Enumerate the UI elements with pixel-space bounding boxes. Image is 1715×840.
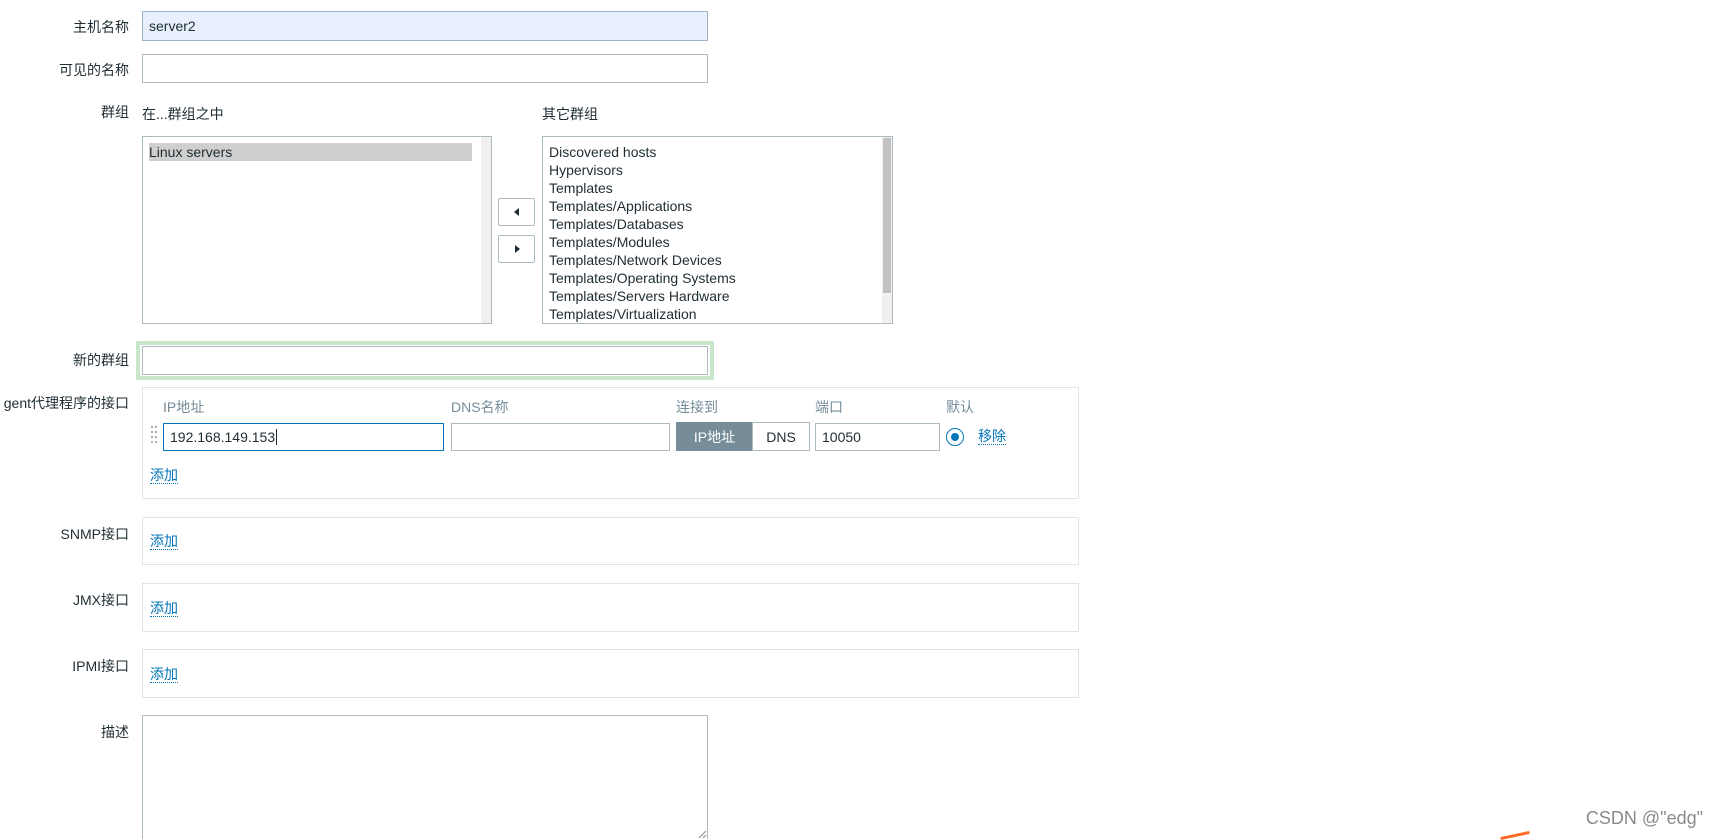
list-item[interactable]: Templates	[543, 179, 892, 197]
agent-ip-value: 192.168.149.153	[170, 429, 276, 445]
ipmi-panel: 添加	[142, 649, 1079, 698]
list-item[interactable]: Hypervisors	[543, 161, 892, 179]
agent-ip-input[interactable]: 192.168.149.153	[163, 423, 444, 451]
other-groups-scrollbar[interactable]	[882, 137, 892, 323]
list-item[interactable]: Templates/Modules	[543, 233, 892, 251]
triangle-left-icon	[513, 208, 519, 216]
list-item[interactable]: Templates/Operating Systems	[543, 269, 892, 287]
default-radio[interactable]	[946, 428, 964, 446]
move-right-button[interactable]	[498, 235, 535, 263]
snmp-panel: 添加	[142, 517, 1079, 565]
snmp-add-link[interactable]: 添加	[150, 533, 178, 550]
agent-add-link[interactable]: 添加	[150, 467, 178, 484]
list-item[interactable]: Linux servers	[149, 143, 472, 161]
list-item[interactable]: Templates/Virtualization	[543, 305, 892, 323]
col-port: 端口	[815, 399, 843, 415]
jmx-label: JMX接口	[73, 592, 129, 608]
resize-handle-icon[interactable]	[697, 829, 707, 839]
visible-name-label: 可见的名称	[59, 62, 129, 78]
ipmi-label: IPMI接口	[72, 658, 129, 674]
connect-dns-button[interactable]: DNS	[752, 422, 810, 451]
list-item[interactable]: Templates/Network Devices	[543, 251, 892, 269]
agent-interfaces-label: gent代理程序的接口	[3, 395, 129, 411]
groups-label: 群组	[101, 104, 129, 120]
ipmi-add-link[interactable]: 添加	[150, 666, 178, 683]
text-caret	[276, 429, 278, 445]
list-item[interactable]: Templates/Applications	[543, 197, 892, 215]
triangle-right-icon	[514, 245, 520, 253]
remove-interface-link[interactable]: 移除	[978, 428, 1006, 445]
drag-handle-icon[interactable]	[151, 425, 159, 447]
in-groups-listbox[interactable]: Linux servers	[142, 136, 492, 324]
host-name-label: 主机名称	[73, 19, 129, 35]
in-groups-title: 在...群组之中	[142, 106, 224, 122]
jmx-add-link[interactable]: 添加	[150, 600, 178, 617]
col-connect-to: 连接到	[676, 399, 718, 415]
new-group-input[interactable]	[142, 346, 708, 375]
agent-dns-input[interactable]	[451, 423, 670, 451]
agent-port-input[interactable]: 10050	[815, 423, 940, 451]
other-groups-listbox[interactable]: Discovered hosts Hypervisors Templates T…	[542, 136, 893, 324]
scrollbar-thumb[interactable]	[883, 138, 891, 293]
description-textarea[interactable]	[142, 715, 708, 839]
visible-name-input[interactable]	[142, 54, 708, 83]
list-item[interactable]: Templates/Databases	[543, 215, 892, 233]
agent-interfaces-panel: IP地址 DNS名称 连接到 端口 默认 192.168.149.153 IP地…	[142, 387, 1079, 499]
watermark: CSDN @"edg"	[1585, 808, 1703, 828]
col-default: 默认	[946, 399, 974, 415]
list-item[interactable]: Templates/Servers Hardware	[543, 287, 892, 305]
connect-ip-button[interactable]: IP地址	[676, 422, 753, 451]
other-groups-title: 其它群组	[542, 106, 598, 122]
host-name-input[interactable]: server2	[142, 11, 708, 41]
description-label: 描述	[101, 724, 129, 740]
col-dns: DNS名称	[451, 399, 509, 415]
jmx-panel: 添加	[142, 583, 1079, 632]
move-left-button[interactable]	[498, 198, 535, 226]
list-item[interactable]: Discovered hosts	[543, 143, 892, 161]
snmp-label: SNMP接口	[60, 526, 129, 542]
new-group-label: 新的群组	[73, 352, 129, 368]
in-groups-scrollbar[interactable]	[481, 137, 491, 323]
col-ip: IP地址	[163, 399, 205, 415]
